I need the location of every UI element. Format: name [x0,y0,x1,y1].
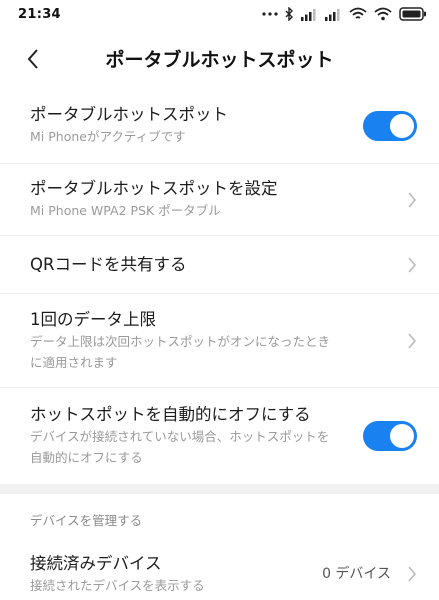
hotspot-toggle-switch[interactable] [363,110,417,141]
hotspot-toggle-row[interactable]: ポータブルホットスポット Mi Phoneがアクティブです [0,88,439,164]
wifi-icon [349,7,367,19]
row-subtitle: Mi Phoneがアクティブです [30,129,186,144]
page-title: ポータブルホットスポット [105,48,334,71]
more-dots-icon [262,12,278,16]
chevron-right-icon [408,566,417,582]
data-limit-row[interactable]: 1回のデータ上限 データ上限は次回ホットスポットがオンになったときに適用されます [0,294,439,388]
connected-devices-row[interactable]: 接続済みデバイス 接続されたデバイスを表示する 0 デバイス [0,538,439,600]
signal-icon [301,8,316,21]
row-title: 1回のデータ上限 [30,309,156,329]
signal-icon [325,8,340,21]
chevron-right-icon [408,256,417,273]
connected-devices-count: 0 デバイス [322,566,391,582]
row-title: ポータブルホットスポットを設定 [30,179,278,198]
toggle-knob [390,113,414,138]
status-bar: 21:34 [0,0,439,28]
settings-list: ポータブルホットスポット Mi Phoneがアクティブです ポータブルホットスポ… [0,88,439,600]
row-title: ポータブルホットスポット [30,105,228,124]
hotspot-icon [374,7,392,21]
chevron-right-icon [408,332,417,349]
status-time: 21:34 [18,6,61,22]
back-button[interactable] [18,44,48,74]
title-bar: ポータブルホットスポット [0,34,439,82]
row-subtitle: デバイスが接続されていない場合、ホットスポットを自動的にオフにする [30,429,330,465]
status-icons [262,7,427,21]
section-header-manage-devices: デバイスを管理する [30,513,143,528]
battery-icon [399,7,426,21]
row-subtitle: Mi Phone WPA2 PSK ポータブル [30,203,221,218]
share-qr-row[interactable]: QRコードを共有する [0,236,439,294]
auto-off-row[interactable]: ホットスポットを自動的にオフにする デバイスが接続されていない場合、ホットスポッ… [0,388,439,484]
row-title: QRコードを共有する [30,254,187,274]
row-title: ホットスポットを自動的にオフにする [30,405,311,424]
configure-hotspot-row[interactable]: ポータブルホットスポットを設定 Mi Phone WPA2 PSK ポータブル [0,164,439,236]
chevron-left-icon [27,49,38,69]
bluetooth-icon [285,7,293,21]
row-subtitle: データ上限は次回ホットスポットがオンになったときに適用されます [30,333,331,370]
auto-off-toggle-switch[interactable] [363,421,417,451]
section-divider [0,484,439,494]
toggle-knob [390,424,414,448]
chevron-right-icon [408,191,417,208]
